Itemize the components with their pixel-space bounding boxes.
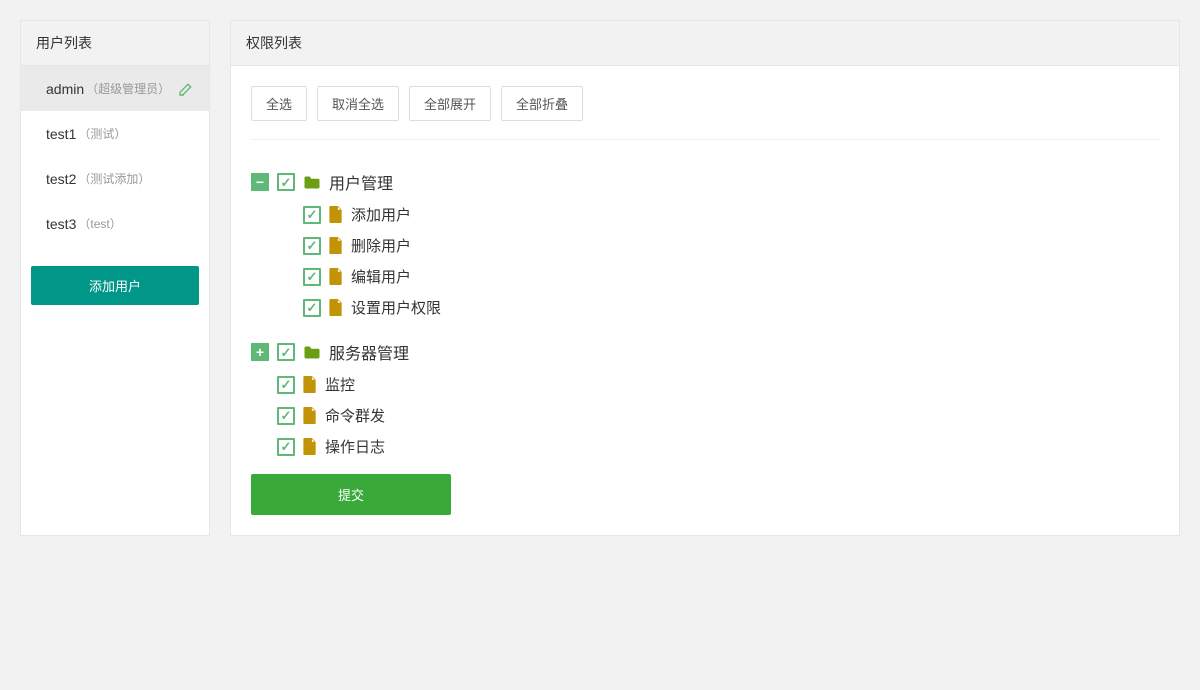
file-icon xyxy=(329,237,343,254)
tree-item: 操作日志 xyxy=(277,431,1159,462)
checkbox[interactable] xyxy=(303,206,321,224)
user-name: test1 xyxy=(46,126,76,142)
file-icon xyxy=(303,376,317,393)
collapse-icon[interactable]: − xyxy=(251,173,269,191)
tree-item: 添加用户 xyxy=(303,199,1159,230)
submit-button[interactable]: 提交 xyxy=(251,474,451,515)
checkbox[interactable] xyxy=(277,376,295,394)
user-role: （超级管理员） xyxy=(86,80,170,97)
tree-item: 监控 xyxy=(277,369,1159,400)
user-item-test1[interactable]: test1 （测试） xyxy=(21,111,209,156)
file-icon xyxy=(329,206,343,223)
tree-label: 用户管理 xyxy=(329,170,393,194)
checkbox[interactable] xyxy=(303,268,321,286)
tree-label: 设置用户权限 xyxy=(351,297,441,318)
sidebar-actions: 添加用户 xyxy=(21,246,209,325)
user-list-title: 用户列表 xyxy=(21,21,209,66)
checkbox[interactable] xyxy=(303,237,321,255)
checkbox[interactable] xyxy=(277,407,295,425)
tree-item: 命令群发 xyxy=(277,400,1159,431)
checkbox[interactable] xyxy=(277,173,295,191)
checkbox[interactable] xyxy=(303,299,321,317)
user-name: test2 xyxy=(46,171,76,187)
file-icon xyxy=(329,268,343,285)
expand-all-button[interactable]: 全部展开 xyxy=(409,86,491,121)
edit-icon[interactable] xyxy=(178,81,194,97)
tree-children: 监控 命令群发 操作日志 xyxy=(277,369,1159,462)
tree-label: 编辑用户 xyxy=(351,266,411,287)
user-role: （测试） xyxy=(78,125,126,142)
tree-label: 服务器管理 xyxy=(329,340,409,364)
checkbox[interactable] xyxy=(277,343,295,361)
tree-parent-server-mgmt: + 服务器管理 xyxy=(251,335,1159,369)
permission-tree: − 用户管理 添加用户 删除用户 xyxy=(251,165,1159,462)
user-item-test3[interactable]: test3 （test） xyxy=(21,201,209,246)
add-user-button[interactable]: 添加用户 xyxy=(31,266,199,305)
user-list: admin （超级管理员） test1 （测试） test2 （测试添加） xyxy=(21,66,209,246)
permissions-title: 权限列表 xyxy=(231,21,1179,66)
user-name: admin xyxy=(46,81,84,97)
toolbar: 全选 取消全选 全部展开 全部折叠 xyxy=(251,86,1159,140)
permissions-panel: 权限列表 全选 取消全选 全部展开 全部折叠 − 用户管理 xyxy=(230,20,1180,536)
tree-item: 设置用户权限 xyxy=(303,292,1159,323)
tree-label: 命令群发 xyxy=(325,405,385,426)
file-icon xyxy=(329,299,343,316)
tree-label: 操作日志 xyxy=(325,436,385,457)
user-role: （test） xyxy=(78,215,121,232)
select-all-button[interactable]: 全选 xyxy=(251,86,307,121)
collapse-all-button[interactable]: 全部折叠 xyxy=(501,86,583,121)
tree-children: 添加用户 删除用户 编辑用户 设置用户权 xyxy=(303,199,1159,323)
submit-wrap: 提交 xyxy=(251,474,1159,515)
checkbox[interactable] xyxy=(277,438,295,456)
user-item-test2[interactable]: test2 （测试添加） xyxy=(21,156,209,201)
unselect-all-button[interactable]: 取消全选 xyxy=(317,86,399,121)
tree-label: 添加用户 xyxy=(351,204,411,225)
folder-icon xyxy=(303,345,321,360)
file-icon xyxy=(303,438,317,455)
tree-item: 删除用户 xyxy=(303,230,1159,261)
user-list-panel: 用户列表 admin （超级管理员） test1 （测试） xyxy=(20,20,210,536)
tree-label: 删除用户 xyxy=(351,235,411,256)
file-icon xyxy=(303,407,317,424)
folder-icon xyxy=(303,175,321,190)
user-name: test3 xyxy=(46,216,76,232)
user-role: （测试添加） xyxy=(78,170,150,187)
tree-item: 编辑用户 xyxy=(303,261,1159,292)
user-item-admin[interactable]: admin （超级管理员） xyxy=(21,66,209,111)
expand-icon[interactable]: + xyxy=(251,343,269,361)
tree-label: 监控 xyxy=(325,374,355,395)
tree-parent-user-mgmt: − 用户管理 xyxy=(251,165,1159,199)
